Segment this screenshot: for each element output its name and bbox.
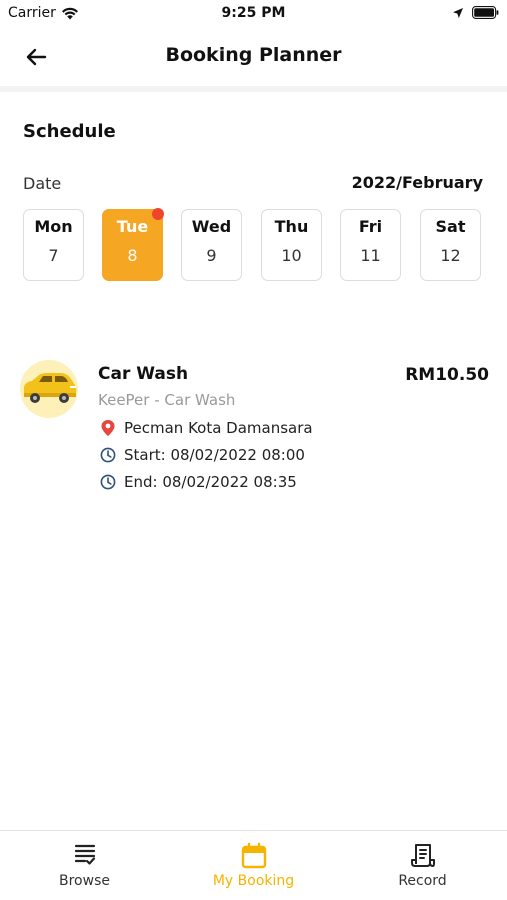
- day-name: Thu: [274, 217, 309, 236]
- booking-provider: KeePer - Car Wash: [98, 391, 236, 409]
- day-number: 8: [127, 246, 138, 265]
- day-name: Sat: [435, 217, 466, 236]
- clock-icon: [100, 474, 116, 490]
- schedule-heading: Schedule: [23, 121, 116, 142]
- day-card-fri[interactable]: Fri 11: [340, 209, 401, 281]
- day-name: Wed: [191, 217, 232, 236]
- page-title: Booking Planner: [165, 44, 342, 66]
- day-card-thu[interactable]: Thu 10: [261, 209, 322, 281]
- bottom-tab-bar: Browse My Booking Record: [0, 830, 507, 900]
- tab-icon-wrap: [0, 842, 169, 870]
- tab-label: Browse: [59, 873, 110, 889]
- booking-price: RM10.50: [405, 365, 489, 385]
- header-divider: [0, 86, 507, 92]
- date-label: Date: [23, 174, 62, 193]
- nav-bar: Booking Planner: [0, 28, 507, 86]
- tab-icon-wrap: [169, 842, 338, 870]
- booking-start-time: Start: 08/02/2022 08:00: [124, 446, 305, 464]
- day-number: 12: [440, 246, 461, 265]
- day-card-wed[interactable]: Wed 9: [181, 209, 242, 281]
- booking-indicator-dot: [152, 208, 164, 220]
- tab-browse[interactable]: Browse: [0, 831, 169, 900]
- day-number: 10: [281, 246, 302, 265]
- tab-icon-wrap: [338, 842, 507, 870]
- location-pin-icon: [101, 420, 115, 436]
- day-number: 7: [48, 246, 59, 265]
- booking-title: Car Wash: [98, 364, 189, 384]
- status-time: 9:25 PM: [221, 5, 286, 21]
- tab-record[interactable]: Record: [338, 831, 507, 900]
- tab-my-booking[interactable]: My Booking: [169, 831, 338, 900]
- day-number: 9: [206, 246, 217, 265]
- service-avatar: [20, 360, 78, 418]
- day-name: Mon: [34, 217, 73, 236]
- battery-icon: [472, 6, 499, 19]
- day-name: Fri: [358, 217, 383, 236]
- booking-location-row: Pecman Kota Damansara: [100, 419, 313, 437]
- status-bar: Carrier 9:25 PM: [0, 0, 507, 28]
- receipt-icon: [410, 844, 435, 867]
- day-number: 11: [360, 246, 381, 265]
- calendar-icon: [241, 842, 266, 869]
- booking-end-time: End: 08/02/2022 08:35: [124, 473, 297, 491]
- day-card-tue[interactable]: Tue 8: [102, 208, 164, 281]
- day-card-sat[interactable]: Sat 12: [420, 209, 481, 281]
- booking-location: Pecman Kota Damansara: [124, 419, 313, 437]
- booking-card[interactable]: Car Wash RM10.50 KeePer - Car Wash Pecma…: [0, 358, 507, 498]
- car-icon: [20, 360, 78, 418]
- clock-icon: [100, 447, 116, 463]
- day-name: Tue: [116, 217, 149, 236]
- status-indicators: [452, 6, 499, 19]
- day-card-mon[interactable]: Mon 7: [23, 209, 84, 281]
- booking-end-row: End: 08/02/2022 08:35: [100, 473, 297, 491]
- location-arrow-icon: [453, 7, 463, 18]
- list-icon: [74, 844, 95, 865]
- tab-label: Record: [398, 873, 447, 889]
- month-label[interactable]: 2022/February: [352, 173, 483, 192]
- booking-start-row: Start: 08/02/2022 08:00: [100, 446, 305, 464]
- tab-label: My Booking: [212, 873, 295, 889]
